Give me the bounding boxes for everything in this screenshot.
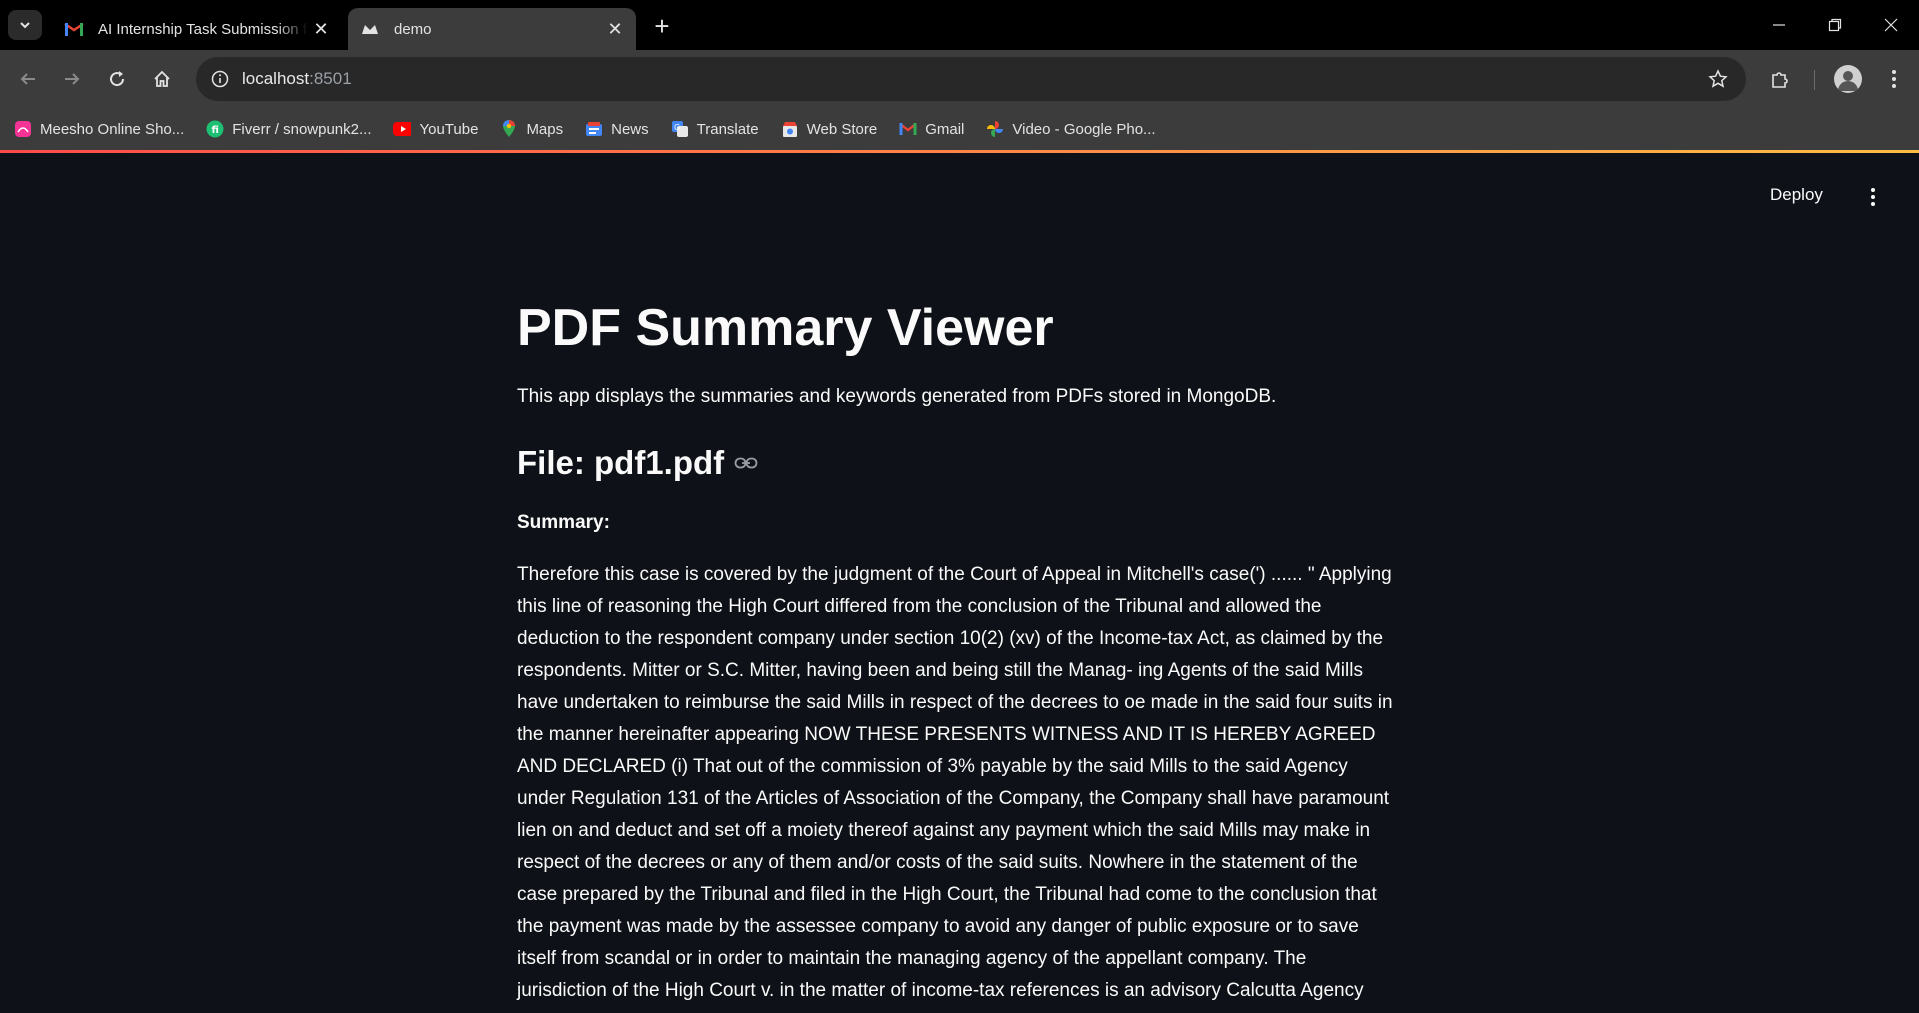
window-controls	[1751, 0, 1919, 50]
tab-gmail[interactable]: AI Internship Task Submission for ✕	[52, 8, 342, 50]
app-main-menu-button[interactable]	[1858, 182, 1888, 212]
meesho-icon	[14, 120, 32, 138]
site-info-button[interactable]	[204, 63, 236, 95]
bookmark-label: Meesho Online Sho...	[40, 120, 185, 138]
streamlit-icon	[360, 19, 380, 39]
info-icon	[211, 70, 229, 88]
avatar[interactable]	[1834, 65, 1862, 93]
bookmark-youtube[interactable]: YouTube	[393, 120, 478, 138]
gmail-icon	[64, 19, 84, 39]
arrow-left-icon	[20, 73, 35, 85]
app-viewport: Deploy PDF Summary Viewer This app displ…	[0, 150, 1919, 1013]
new-tab-button[interactable]: +	[648, 11, 676, 41]
url-port: :8501	[309, 69, 352, 88]
kebab-menu-icon	[1892, 70, 1896, 88]
bookmarks-bar: Meesho Online Sho... fi Fiverr / snowpun…	[0, 108, 1919, 150]
bookmark-label: Video - Google Pho...	[1012, 120, 1156, 138]
url-text: localhost:8501	[242, 69, 352, 89]
fiverr-icon: fi	[206, 120, 224, 138]
close-icon	[1884, 18, 1898, 32]
url-host: localhost	[242, 69, 310, 88]
bookmark-meesho[interactable]: Meesho Online Sho...	[14, 120, 184, 138]
bookmark-label: Web Store	[806, 120, 878, 138]
toolbar-divider	[1814, 70, 1815, 90]
tab-strip: AI Internship Task Submission for ✕ demo…	[0, 0, 1919, 50]
file-heading-text: File: pdf1.pdf	[517, 444, 725, 481]
tab-demo[interactable]: demo ✕	[348, 8, 636, 50]
star-icon	[1708, 69, 1728, 88]
news-icon	[585, 120, 603, 138]
maps-icon	[500, 120, 518, 138]
home-icon	[154, 70, 170, 87]
tab-title: AI Internship Task Submission for	[98, 20, 308, 38]
chevron-down-icon	[20, 22, 30, 29]
svg-text:G: G	[674, 123, 680, 132]
summary-text: Therefore this case is covered by the ju…	[517, 564, 1393, 1013]
bookmark-google-photos[interactable]: Video - Google Pho...	[986, 120, 1156, 138]
svg-text:fi: fi	[212, 125, 219, 136]
forward-button[interactable]	[56, 63, 88, 95]
bookmark-label: Gmail	[925, 120, 965, 138]
browser-toolbar: localhost:8501	[0, 50, 1919, 108]
puzzle-icon	[1772, 72, 1788, 88]
link-icon[interactable]	[734, 456, 758, 470]
app-description: This app displays the summaries and keyw…	[517, 386, 1277, 407]
minimize-icon	[1773, 24, 1785, 26]
bookmark-news[interactable]: News	[585, 120, 649, 138]
reload-button[interactable]	[101, 63, 133, 95]
restore-button[interactable]	[1807, 0, 1863, 50]
extensions-button[interactable]	[1764, 63, 1796, 95]
bookmark-fiverr[interactable]: fi Fiverr / snowpunk2...	[206, 120, 371, 138]
browser-menu-button[interactable]	[1878, 63, 1910, 95]
summary-label: Summary:	[517, 512, 610, 533]
photos-icon	[986, 120, 1004, 138]
home-button[interactable]	[146, 63, 178, 95]
bookmark-label: Maps	[526, 120, 564, 138]
deploy-button[interactable]: Deploy	[1770, 185, 1823, 205]
bookmark-gmail[interactable]: Gmail	[899, 120, 964, 138]
reload-icon	[110, 71, 125, 87]
address-bar[interactable]: localhost:8501	[196, 57, 1746, 101]
tab-search-button[interactable]	[8, 10, 42, 40]
bookmark-translate[interactable]: G Translate	[671, 120, 759, 138]
arrow-right-icon	[65, 73, 80, 85]
profile-icon	[1838, 71, 1858, 91]
gmail-icon	[899, 120, 917, 138]
header-decoration-bar	[0, 150, 1919, 153]
close-icon[interactable]: ✕	[602, 16, 628, 42]
youtube-icon	[393, 120, 412, 138]
tab-title: demo	[394, 20, 432, 38]
translate-icon: G	[671, 120, 689, 138]
file-heading: File: pdf1.pdf	[517, 444, 758, 482]
kebab-menu-icon	[1871, 188, 1875, 206]
restore-icon	[1828, 18, 1842, 32]
webstore-icon	[781, 120, 799, 138]
bookmark-webstore[interactable]: Web Store	[781, 120, 878, 138]
bookmark-star-button[interactable]	[1702, 63, 1734, 95]
back-button[interactable]	[12, 63, 44, 95]
close-icon[interactable]: ✕	[308, 16, 334, 42]
close-window-button[interactable]	[1863, 0, 1919, 50]
bookmark-label: Translate	[696, 120, 759, 138]
bookmark-label: YouTube	[419, 120, 479, 138]
bookmark-label: News	[611, 120, 649, 138]
minimize-button[interactable]	[1751, 0, 1807, 50]
bookmark-maps[interactable]: Maps	[500, 120, 563, 138]
browser-window: AI Internship Task Submission for ✕ demo…	[0, 0, 1919, 1013]
page-title: PDF Summary Viewer	[517, 299, 1054, 357]
bookmark-label: Fiverr / snowpunk2...	[232, 120, 372, 138]
